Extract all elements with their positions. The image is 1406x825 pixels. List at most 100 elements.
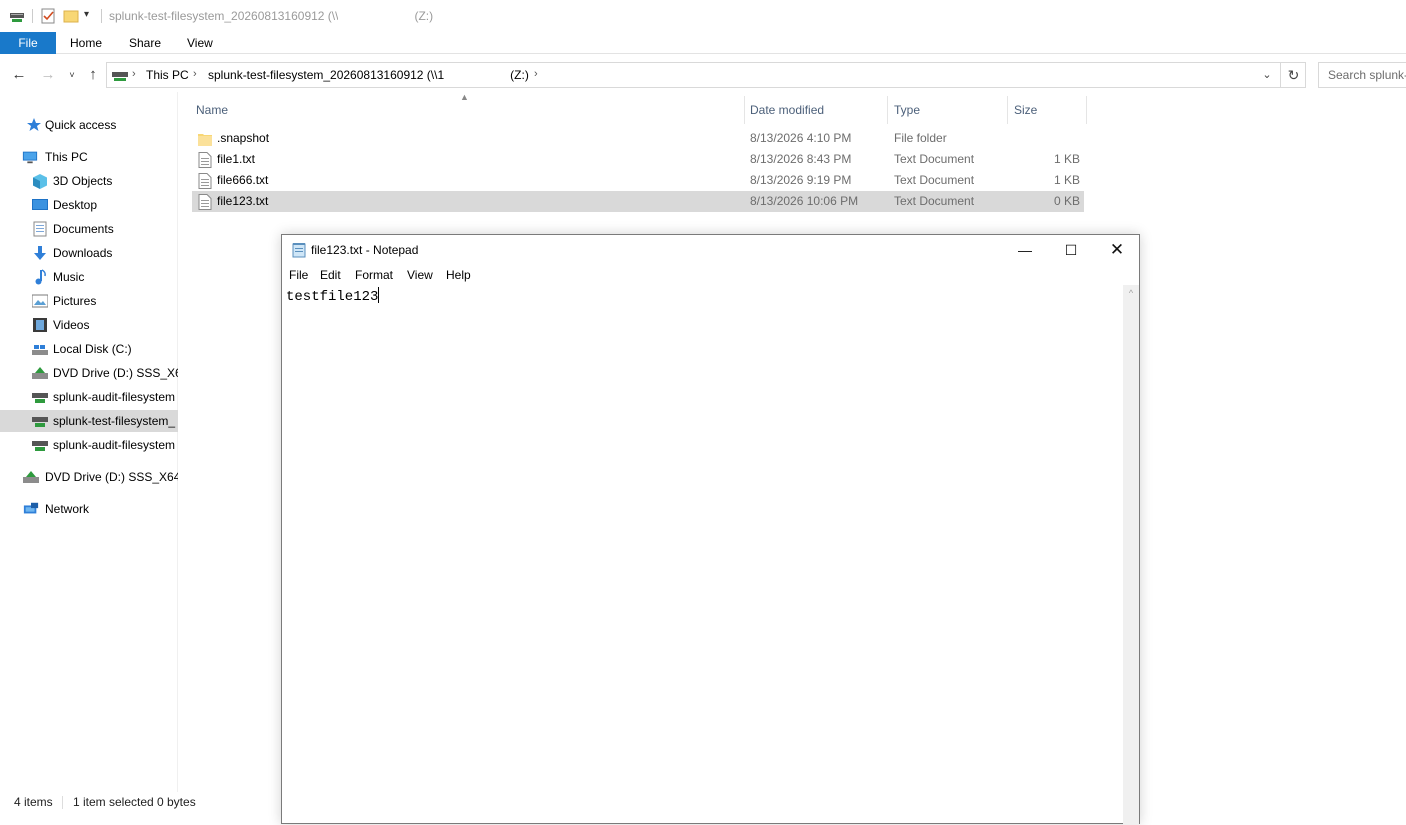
- nav-item-label: Quick access: [45, 118, 117, 132]
- nav-item-local-disk[interactable]: Local Disk (C:): [0, 338, 178, 360]
- tab-home[interactable]: Home: [70, 32, 102, 54]
- up-arrow-icon[interactable]: ↑: [84, 66, 102, 84]
- refresh-icon[interactable]: ↻: [1280, 63, 1306, 87]
- column-divider[interactable]: [887, 96, 888, 124]
- nav-item-quick-access[interactable]: Quick access: [0, 114, 178, 136]
- address-bar[interactable]: › This PC › splunk-test-filesystem_20260…: [106, 62, 1306, 88]
- column-divider[interactable]: [744, 96, 745, 124]
- address-dropdown-icon[interactable]: ⌄: [1256, 63, 1278, 87]
- notepad-content: testfile123: [286, 287, 380, 305]
- customize-quick-access-icon[interactable]: ▾: [84, 9, 89, 20]
- notepad-text-area[interactable]: testfile123: [282, 285, 1123, 825]
- menu-file[interactable]: File: [289, 268, 308, 282]
- nav-item-label: Documents: [53, 222, 114, 236]
- star-icon: [27, 118, 41, 131]
- recent-locations-chevron-icon[interactable]: ˅: [63, 66, 81, 84]
- tab-file[interactable]: File: [0, 32, 56, 54]
- notepad-window[interactable]: file123.txt - Notepad — ☐ ✕ File Edit Fo…: [281, 234, 1140, 825]
- menu-format[interactable]: Format: [355, 268, 393, 282]
- tab-view[interactable]: View: [187, 32, 213, 54]
- nav-item-splunk-test-filesystem[interactable]: splunk-test-filesystem_: [0, 410, 178, 432]
- dvd-icon: [23, 471, 39, 483]
- vertical-scrollbar[interactable]: ^: [1123, 285, 1139, 825]
- network-drive-icon: [32, 393, 48, 403]
- nav-item-network[interactable]: Network: [0, 498, 178, 520]
- nav-item-label: Desktop: [53, 198, 98, 212]
- nav-item-label: Music: [53, 270, 85, 284]
- redacted-region: [338, 9, 415, 24]
- file-date-modified: 8/13/2026 4:10 PM: [750, 131, 852, 145]
- column-header-row: ▲ Name Date modified Type Size: [192, 92, 1087, 124]
- nav-item-label: Network: [45, 502, 90, 516]
- notepad-title-bar[interactable]: file123.txt - Notepad — ☐ ✕: [282, 235, 1139, 265]
- nav-item-3d-objects[interactable]: 3D Objects: [0, 170, 178, 192]
- music-icon: [35, 269, 46, 285]
- file-date-modified: 8/13/2026 10:06 PM: [750, 194, 859, 208]
- download-icon: [34, 246, 46, 260]
- nav-item-pictures[interactable]: Pictures: [0, 290, 178, 312]
- maximize-icon[interactable]: ☐: [1048, 235, 1094, 265]
- search-input[interactable]: Search splunk-: [1318, 62, 1406, 88]
- close-icon[interactable]: ✕: [1094, 235, 1140, 265]
- file-name: file666.txt: [217, 173, 269, 187]
- scroll-up-arrow-icon[interactable]: ^: [1123, 285, 1139, 301]
- notepad-menu-bar: File Edit Format View Help: [282, 265, 1139, 285]
- folder-icon: [198, 134, 212, 146]
- menu-edit[interactable]: Edit: [320, 268, 341, 282]
- nav-item-downloads[interactable]: Downloads: [0, 242, 178, 264]
- videos-icon: [33, 318, 47, 332]
- window-title-suffix: (Z:): [414, 9, 434, 23]
- file-name: file1.txt: [217, 152, 256, 166]
- nav-item-label: Local Disk (C:): [53, 342, 132, 356]
- column-divider[interactable]: [1007, 96, 1008, 124]
- column-header-date-modified[interactable]: Date modified: [746, 96, 886, 124]
- disk-icon: [32, 345, 48, 355]
- nav-item-dvd-drive-root[interactable]: DVD Drive (D:) SSS_X64FF: [0, 466, 178, 488]
- file-date-modified: 8/13/2026 9:19 PM: [750, 173, 852, 187]
- file-name: .snapshot: [217, 131, 270, 145]
- network-drive-icon[interactable]: [9, 8, 25, 24]
- new-folder-icon[interactable]: [63, 8, 79, 24]
- nav-item-documents[interactable]: Documents: [0, 218, 178, 240]
- breadcrumb-share[interactable]: splunk-test-filesystem_20260813160912 (\…: [208, 68, 529, 83]
- file-row-file123[interactable]: file123.txt 8/13/2026 10:06 PM Text Docu…: [192, 191, 1084, 212]
- properties-icon[interactable]: [40, 8, 56, 24]
- menu-help[interactable]: Help: [446, 268, 471, 282]
- nav-item-desktop[interactable]: Desktop: [0, 194, 178, 216]
- column-divider[interactable]: [1086, 96, 1087, 124]
- status-selection-size: 0 bytes: [157, 795, 196, 809]
- tab-share[interactable]: Share: [129, 32, 161, 54]
- nav-item-label: splunk-audit-filesystem: [53, 390, 176, 404]
- file-row-file1[interactable]: file1.txt 8/13/2026 8:43 PM Text Documen…: [192, 149, 1084, 170]
- breadcrumb-separator-icon[interactable]: ›: [534, 68, 538, 80]
- file-size: 0 KB: [1053, 194, 1080, 208]
- nav-item-dvd-drive[interactable]: DVD Drive (D:) SSS_X64I: [0, 362, 178, 384]
- column-header-name[interactable]: Name: [192, 96, 744, 124]
- pictures-icon: [32, 294, 48, 308]
- navigation-pane: Quick access This PC 3D Objects Desktop …: [0, 92, 178, 792]
- nav-item-label: splunk-test-filesystem_: [53, 414, 176, 428]
- nav-item-videos[interactable]: Videos: [0, 314, 178, 336]
- network-drive-icon: [112, 72, 128, 81]
- column-header-size[interactable]: Size: [1010, 96, 1082, 124]
- nav-item-music[interactable]: Music: [0, 266, 178, 288]
- forward-arrow-icon[interactable]: →: [39, 66, 57, 84]
- breadcrumb-drive-letter: (Z:): [510, 68, 529, 82]
- nav-item-this-pc[interactable]: This PC: [0, 146, 178, 168]
- notepad-icon: [292, 243, 306, 258]
- menu-view[interactable]: View: [407, 268, 433, 282]
- column-header-type[interactable]: Type: [890, 96, 1006, 124]
- minimize-icon[interactable]: —: [1002, 235, 1048, 265]
- nav-item-splunk-audit-filesystem[interactable]: splunk-audit-filesystem: [0, 386, 178, 408]
- redacted-region: [444, 68, 511, 83]
- breadcrumb-separator-icon[interactable]: ›: [193, 68, 197, 80]
- nav-item-splunk-audit-filesystem-2[interactable]: splunk-audit-filesystem: [0, 434, 178, 456]
- nav-item-label: Videos: [53, 318, 90, 332]
- dvd-icon: [32, 367, 48, 379]
- breadcrumb-this-pc[interactable]: This PC: [146, 68, 189, 82]
- file-row-file666[interactable]: file666.txt 8/13/2026 9:19 PM Text Docum…: [192, 170, 1084, 191]
- breadcrumb-separator-icon[interactable]: ›: [132, 68, 136, 80]
- back-arrow-icon[interactable]: ←: [10, 66, 28, 84]
- text-file-icon: [198, 194, 212, 210]
- file-row-snapshot[interactable]: .snapshot 8/13/2026 4:10 PM File folder: [192, 128, 1084, 149]
